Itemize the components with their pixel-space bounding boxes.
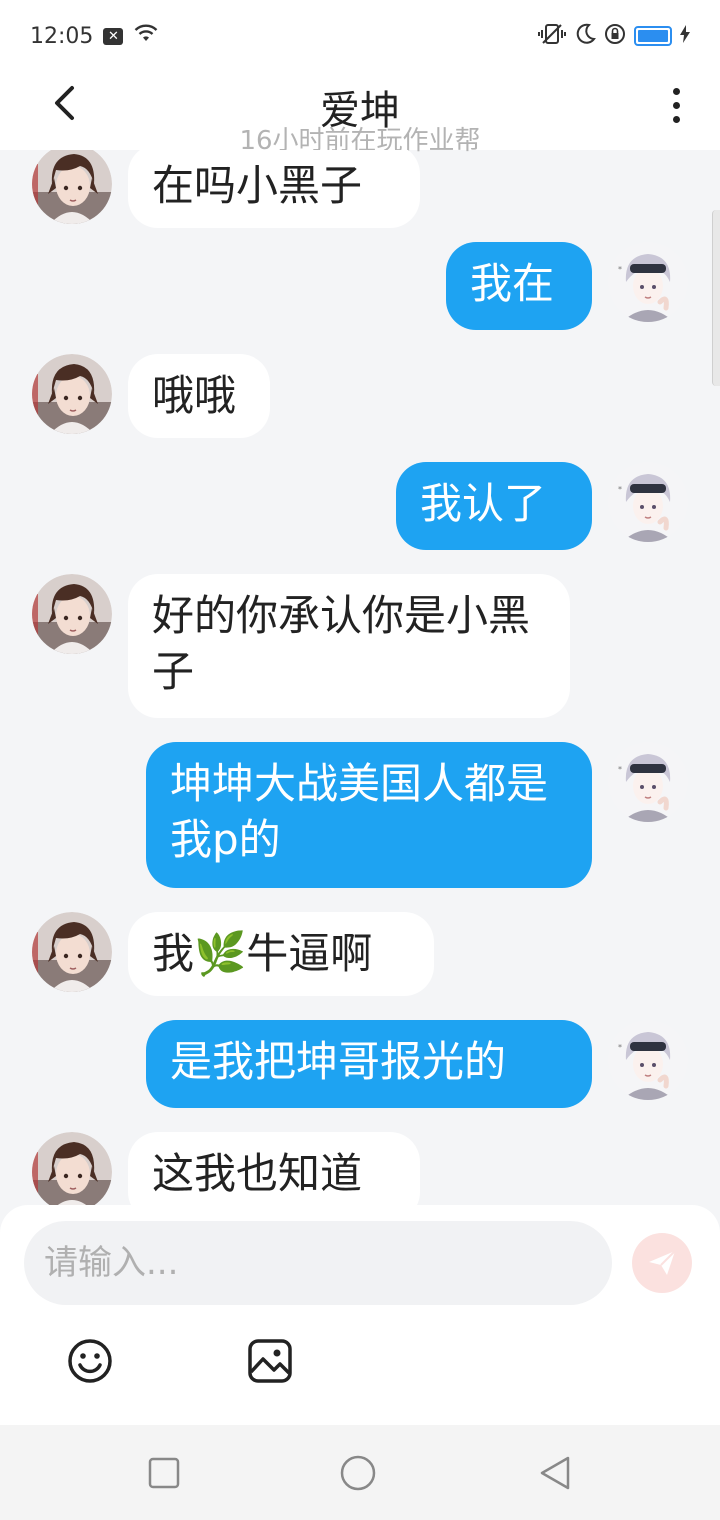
contact-avatar[interactable] [32,912,112,992]
lock-rotation-icon [604,23,626,49]
more-button[interactable] [656,80,696,130]
battery-icon [634,26,672,46]
message-list[interactable]: 在吗小黑子 * 我在 哦哦 * 我认了 好的你承认你是小黑子 * 坤坤大战美国人… [0,150,720,1210]
message-row: 这我也知道 [0,1132,720,1210]
status-time: 12:05 [30,23,94,49]
composer [0,1205,720,1425]
emoji-button[interactable] [66,1337,114,1385]
chat-header: 爱坤 16小时前在玩作业帮 [0,72,720,156]
emoji-icon [68,1339,112,1383]
vibrate-icon [538,22,566,50]
home-button[interactable] [338,1453,378,1493]
message-row: 好的你承认你是小黑子 [0,574,720,718]
circle-icon [340,1455,376,1491]
wifi-icon [133,23,159,49]
status-right [538,22,690,50]
contact-avatar[interactable] [32,354,112,434]
contact-avatar[interactable] [32,150,112,224]
notification-badge: ✕ [103,27,124,45]
svg-text:*: * [618,765,622,774]
square-icon [148,1457,180,1489]
moon-icon [574,23,596,49]
send-button[interactable] [632,1233,692,1293]
message-row: 我🌿牛逼啊 [0,912,720,996]
contact-avatar[interactable] [32,1132,112,1210]
status-left: 12:05 ✕ [30,23,159,49]
received-message-bubble[interactable]: 哦哦 [128,354,270,438]
message-row: 哦哦 [0,354,720,438]
sent-message-bubble[interactable]: 是我把坤哥报光的 [146,1020,592,1108]
received-message-bubble[interactable]: 我🌿牛逼啊 [128,912,434,996]
image-button[interactable] [246,1337,294,1385]
send-icon [649,1250,676,1275]
my-avatar[interactable]: * [608,462,688,542]
system-navigation-bar [0,1425,720,1520]
message-input[interactable] [24,1221,612,1305]
message-row: * 我在 [0,242,720,330]
contact-avatar[interactable] [32,574,112,654]
recent-apps-button[interactable] [144,1453,184,1493]
my-avatar[interactable]: * [608,242,688,322]
sent-message-bubble[interactable]: 我认了 [396,462,592,550]
status-bar: 12:05 ✕ [0,0,720,72]
triangle-back-icon [540,1456,570,1490]
my-avatar[interactable]: * [608,742,688,822]
svg-text:*: * [618,485,622,494]
more-vertical-icon [672,87,680,95]
sent-message-bubble[interactable]: 坤坤大战美国人都是我p的 [146,742,592,888]
charging-icon [680,25,690,47]
received-message-bubble[interactable]: 这我也知道 [128,1132,420,1210]
nav-back-button[interactable] [536,1453,576,1493]
message-row: * 坤坤大战美国人都是我p的 [0,742,720,888]
message-row: * 是我把坤哥报光的 [0,1020,720,1108]
svg-text:*: * [618,1043,622,1052]
received-message-bubble[interactable]: 在吗小黑子 [128,150,420,228]
message-row: * 我认了 [0,462,720,550]
my-avatar[interactable]: * [608,1020,688,1100]
message-row: 在吗小黑子 [0,150,720,228]
sent-message-bubble[interactable]: 我在 [446,242,592,330]
image-icon [248,1339,292,1383]
received-message-bubble[interactable]: 好的你承认你是小黑子 [128,574,570,718]
svg-text:*: * [618,265,622,274]
